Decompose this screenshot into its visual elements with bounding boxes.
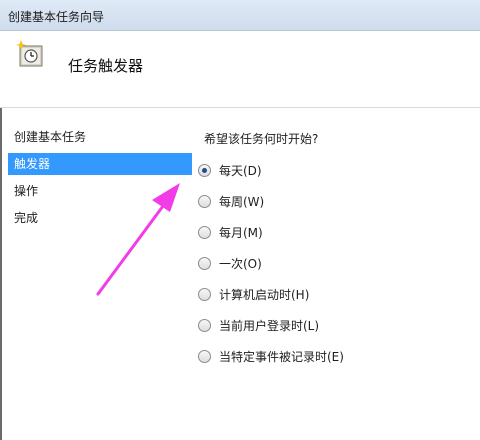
option-weekly[interactable]: 每周(W) xyxy=(198,191,344,212)
scheduled-task-clock-icon xyxy=(16,40,43,67)
option-weekly-label: 每周(W) xyxy=(219,195,265,209)
step-create-basic-task[interactable]: 创建基本任务 xyxy=(8,126,192,148)
option-computer-startup-label: 计算机启动时(H) xyxy=(219,288,310,302)
option-event-logged[interactable]: 当特定事件被记录时(E) xyxy=(198,346,344,367)
option-monthly-label: 每月(M) xyxy=(219,226,263,240)
wizard-header: 任务触发器 xyxy=(0,31,480,108)
radio-one-time[interactable] xyxy=(198,257,211,270)
radio-computer-startup[interactable] xyxy=(198,288,211,301)
option-one-time-label: 一次(O) xyxy=(219,257,262,271)
step-action[interactable]: 操作 xyxy=(8,180,192,202)
trigger-options: 每天(D) 每周(W) 每月(M) 一次(O) 计算机启动时(H) 当前用户登录… xyxy=(198,160,344,377)
radio-daily[interactable] xyxy=(198,164,211,177)
radio-weekly[interactable] xyxy=(198,195,211,208)
option-computer-startup[interactable]: 计算机启动时(H) xyxy=(198,284,344,305)
wizard-body: 创建基本任务 触发器 操作 完成 希望该任务何时开始? 每天(D) 每周(W) … xyxy=(0,108,480,440)
step-finish[interactable]: 完成 xyxy=(8,207,192,229)
radio-monthly[interactable] xyxy=(198,226,211,239)
option-user-logon[interactable]: 当前用户登录时(L) xyxy=(198,315,344,336)
option-monthly[interactable]: 每月(M) xyxy=(198,222,344,243)
page-title: 任务触发器 xyxy=(68,57,144,75)
option-daily[interactable]: 每天(D) xyxy=(198,160,344,181)
option-user-logon-label: 当前用户登录时(L) xyxy=(219,319,320,333)
trigger-question: 希望该任务何时开始? xyxy=(204,132,319,146)
title-bar: 创建基本任务向导 xyxy=(0,0,480,31)
step-trigger[interactable]: 触发器 xyxy=(8,153,192,175)
wizard-steps: 创建基本任务 触发器 操作 完成 xyxy=(8,126,192,234)
option-event-logged-label: 当特定事件被记录时(E) xyxy=(219,350,344,364)
radio-event-logged[interactable] xyxy=(198,350,211,363)
window-border xyxy=(0,108,2,440)
window-title: 创建基本任务向导 xyxy=(8,10,105,24)
option-daily-label: 每天(D) xyxy=(219,164,262,178)
option-one-time[interactable]: 一次(O) xyxy=(198,253,344,274)
radio-user-logon[interactable] xyxy=(198,319,211,332)
